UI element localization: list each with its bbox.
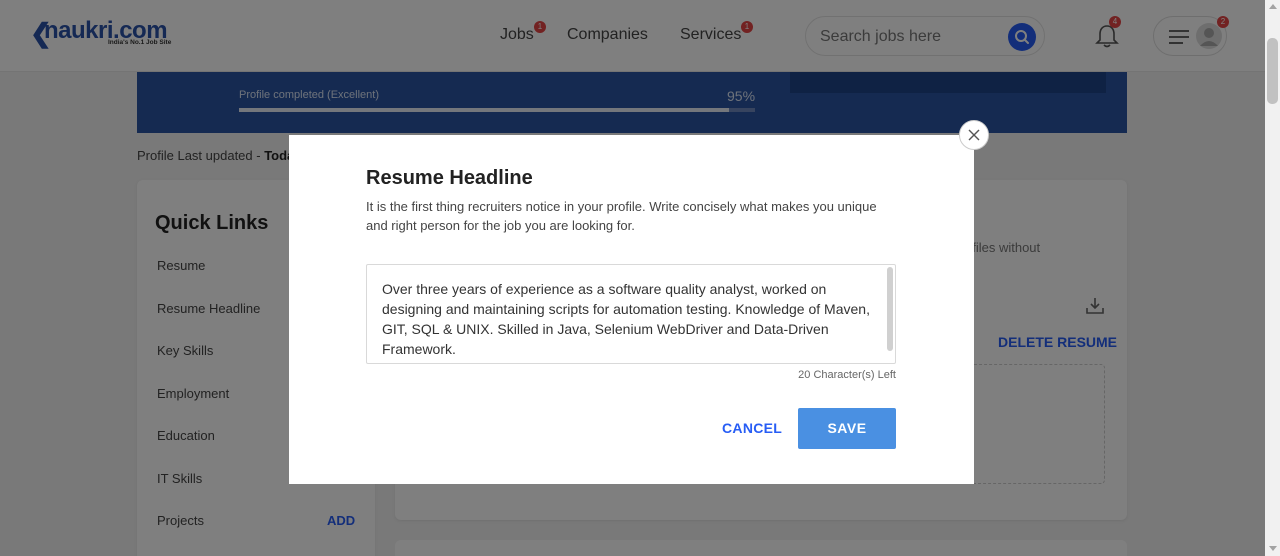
resume-headline-modal: Resume Headline It is the first thing re… — [289, 135, 974, 484]
modal-description: It is the first thing recruiters notice … — [366, 199, 877, 233]
headline-textarea[interactable]: Over three years of experience as a soft… — [366, 264, 896, 364]
close-icon — [968, 129, 980, 141]
modal-close-button[interactable] — [959, 120, 989, 150]
save-button[interactable]: SAVE — [798, 408, 896, 449]
scroll-down-arrow-icon[interactable] — [1269, 546, 1277, 551]
scroll-thumb[interactable] — [1267, 38, 1278, 104]
page-scrollbar[interactable] — [1265, 0, 1280, 556]
cancel-button[interactable]: CANCEL — [722, 420, 782, 436]
headline-text-value[interactable]: Over three years of experience as a soft… — [382, 279, 877, 359]
modal-title: Resume Headline — [366, 167, 533, 189]
scroll-up-arrow-icon[interactable] — [1269, 4, 1277, 9]
textarea-scrollbar[interactable] — [887, 267, 893, 351]
characters-left-counter: 20 Character(s) Left — [798, 369, 896, 381]
